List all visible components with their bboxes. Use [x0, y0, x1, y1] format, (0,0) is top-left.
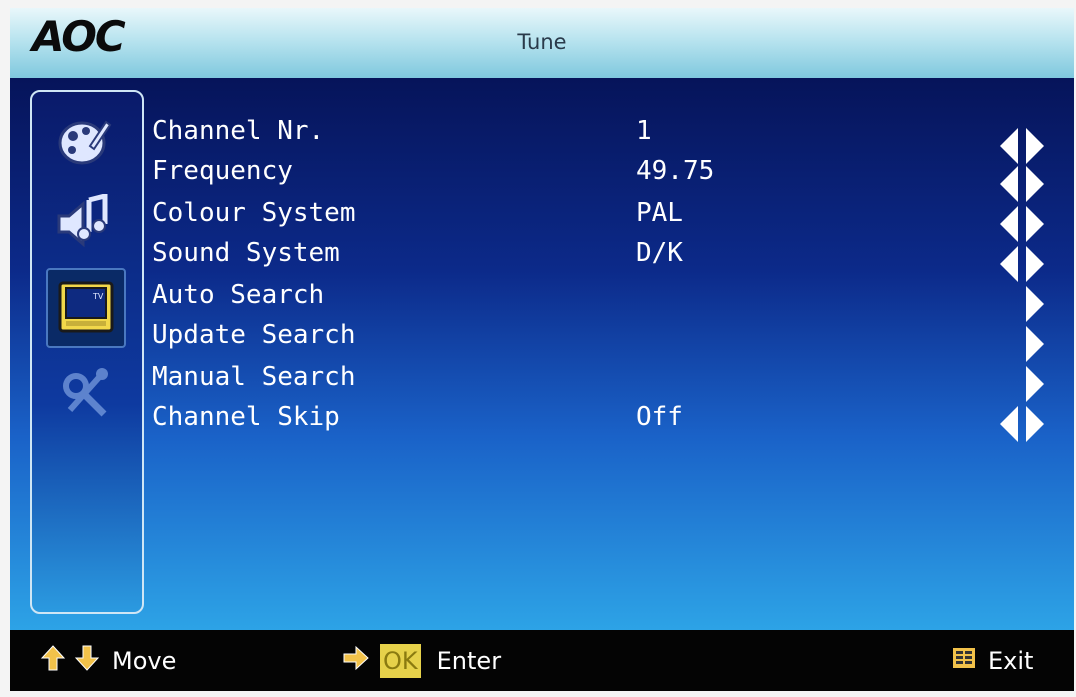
left-right-arrows-icon[interactable]: [996, 244, 1048, 284]
up-arrow-icon: [40, 644, 66, 678]
enter-label: Enter: [436, 646, 502, 675]
exit-hint: Exit: [952, 630, 1033, 691]
tools-icon[interactable]: [52, 364, 116, 420]
left-right-arrows-icon[interactable]: [996, 404, 1048, 444]
exit-label: Exit: [988, 646, 1034, 675]
left-right-arrows-icon[interactable]: [996, 126, 1048, 166]
picture-palette-icon[interactable]: [52, 114, 116, 170]
menu-item-label[interactable]: Sound System: [152, 238, 340, 268]
menu-item-label[interactable]: Channel Nr.: [152, 116, 324, 146]
osd-body: TV Channel Nr. 1 Frequency 49.75 Colour …: [10, 78, 1074, 630]
tv-icon[interactable]: TV: [46, 268, 126, 348]
move-label: Move: [112, 646, 177, 675]
sound-icon[interactable]: [52, 194, 116, 250]
menu-item-label[interactable]: Frequency: [152, 156, 293, 186]
osd-screen: AOC Tune TV Channel Nr. 1 Frequency 49.7…: [10, 8, 1074, 691]
ok-badge: OK: [380, 643, 421, 678]
svg-text:TV: TV: [92, 292, 104, 301]
menu-item-label[interactable]: Update Search: [152, 320, 356, 350]
menu-item-value: 49.75: [636, 156, 715, 186]
menu-item-value: 1: [636, 116, 652, 146]
menu-exit-icon: [952, 646, 976, 676]
down-arrow-icon: [74, 644, 100, 678]
left-right-arrows-icon[interactable]: [996, 204, 1048, 244]
menu-item-value: Off: [636, 402, 683, 432]
right-arrow-icon[interactable]: [996, 364, 1048, 404]
move-hint: Move: [40, 630, 176, 691]
category-sidebar: TV: [30, 90, 144, 614]
menu-item-value: D/K: [636, 238, 683, 268]
right-arrow-icon[interactable]: [996, 284, 1048, 324]
menu-title: Tune: [517, 30, 567, 54]
menu-item-label[interactable]: Colour System: [152, 198, 356, 228]
menu-item-label[interactable]: Channel Skip: [152, 402, 340, 432]
right-arrow-hint-icon: [342, 645, 370, 677]
menu-item-value: PAL: [636, 198, 683, 228]
osd-header: AOC Tune: [10, 8, 1074, 78]
menu-item-label[interactable]: Auto Search: [152, 280, 324, 310]
left-right-arrows-icon[interactable]: [996, 164, 1048, 204]
enter-hint: OK Enter: [342, 630, 501, 691]
right-arrow-icon[interactable]: [996, 324, 1048, 364]
osd-footer: Move OK Enter Exit: [10, 630, 1074, 691]
menu-item-label[interactable]: Manual Search: [152, 362, 356, 392]
